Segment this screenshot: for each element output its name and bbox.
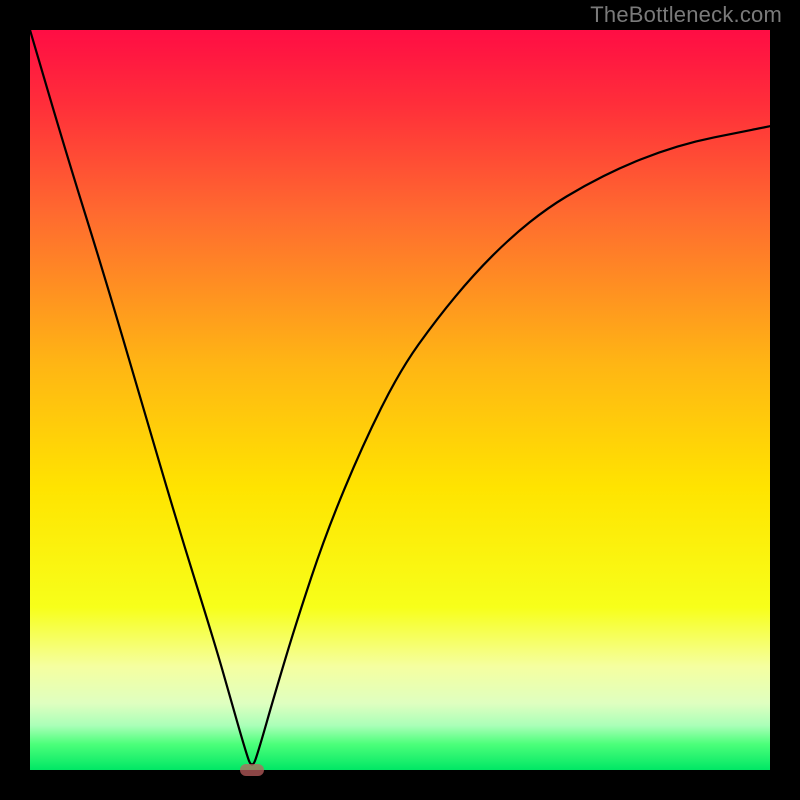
plot-area [30, 30, 770, 770]
chart-frame: TheBottleneck.com [0, 0, 800, 800]
minimum-marker [240, 764, 264, 776]
chart-svg [30, 30, 770, 770]
watermark-text: TheBottleneck.com [590, 2, 782, 28]
